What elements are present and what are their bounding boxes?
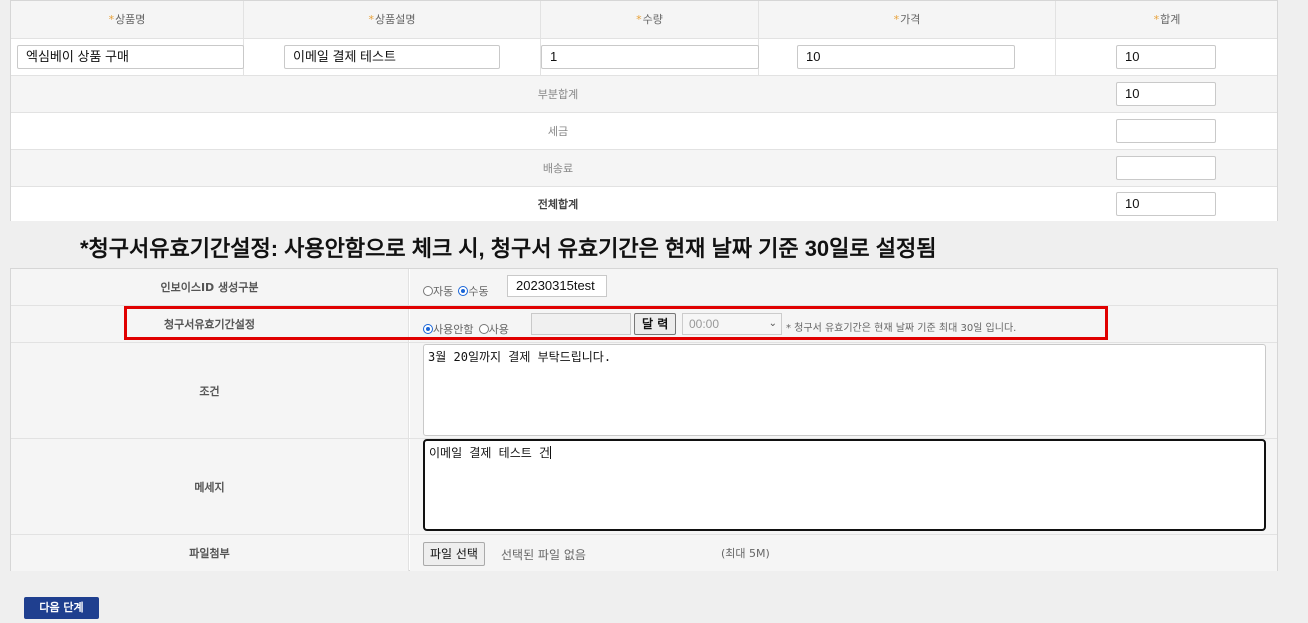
product-item-row: 엑심베이 상품 구매 이메일 결제 테스트 1 10 10	[11, 38, 1278, 76]
header-label: 상품설명	[375, 13, 416, 26]
cell-total: 10	[1056, 39, 1278, 76]
required-mark: *	[108, 13, 115, 26]
calendar-button[interactable]: 달 력	[634, 313, 677, 335]
message-value: 이메일 결제 테스트 건	[410, 439, 1277, 534]
grand-total-input[interactable]: 10	[1116, 192, 1216, 216]
validity-hint: * 청구서 유효기간은 현재 날짜 기준 최대 30일 입니다.	[786, 323, 1017, 334]
invoice-id-auto-label: 자동	[433, 285, 454, 298]
invoice-form: 인보이스ID 생성구분 자동 수동 20230315test 청구서유효기간설정…	[10, 268, 1278, 571]
product-name-input[interactable]: 엑심베이 상품 구매	[17, 45, 244, 69]
header-total: *합계	[1056, 1, 1278, 38]
validity-row: 청구서유효기간설정 사용안함 사용 달 력 00:00 ⌄ * 청구서 유효기간은…	[11, 305, 1277, 342]
cell-quantity: 1	[541, 39, 759, 76]
header-price: *가격	[759, 1, 1056, 38]
header-label: 가격	[900, 13, 921, 26]
next-step-button[interactable]: 다음 단계	[24, 597, 99, 619]
shipping-row: 배송료	[11, 149, 1277, 186]
validity-value: 사용안함 사용 달 력 00:00 ⌄ * 청구서 유효기간은 현재 날짜 기준 …	[410, 306, 1277, 342]
header-quantity: *수량	[541, 1, 759, 38]
time-select[interactable]: 00:00 ⌄	[682, 313, 782, 335]
product-header-row: *상품명 *상품설명 *수량 *가격 *합계	[11, 1, 1277, 38]
subtotal-row: 부분합계 10	[11, 75, 1277, 112]
grand-total-row: 전체합계 10	[11, 186, 1277, 221]
invoice-id-input[interactable]: 20230315test	[507, 275, 607, 297]
grand-total-label: 전체합계	[537, 198, 579, 211]
validity-unused-label: 사용안함	[433, 323, 474, 336]
required-mark: *	[893, 13, 900, 26]
invoice-id-manual-radio[interactable]	[458, 286, 469, 296]
condition-row: 조건 3월 20일까지 결제 부탁드립니다.	[11, 342, 1277, 438]
cell-product-description: 이메일 결제 테스트	[244, 39, 541, 76]
condition-label: 조건	[11, 343, 409, 438]
attachment-label: 파일첨부	[11, 535, 409, 571]
header-label: 상품명	[115, 13, 146, 26]
header-label: 수량	[642, 13, 663, 26]
validity-label: 청구서유효기간설정	[11, 306, 409, 342]
message-row: 메세지 이메일 결제 테스트 건	[11, 438, 1277, 534]
header-label: 합계	[1160, 13, 1181, 26]
total-input[interactable]: 10	[1116, 45, 1216, 69]
file-status: 선택된 파일 없음	[501, 548, 586, 562]
file-select-button[interactable]: 파일 선택	[423, 542, 485, 566]
validity-used-label: 사용	[488, 323, 509, 336]
cell-product-name: 엑심베이 상품 구매	[11, 39, 244, 76]
required-mark: *	[1153, 13, 1160, 26]
condition-value: 3월 20일까지 결제 부탁드립니다.	[410, 343, 1277, 438]
invoice-id-value: 자동 수동 20230315test	[410, 269, 1277, 305]
header-product-description: *상품설명	[244, 1, 541, 38]
invoice-id-row: 인보이스ID 생성구분 자동 수동 20230315test	[11, 269, 1277, 305]
product-table: *상품명 *상품설명 *수량 *가격 *합계 엑심베이 상품 구매 이메일 결제…	[10, 0, 1278, 221]
validity-used-radio[interactable]	[478, 324, 489, 334]
price-input[interactable]: 10	[797, 45, 1015, 69]
message-textarea[interactable]: 이메일 결제 테스트 건	[423, 439, 1266, 531]
message-label: 메세지	[11, 439, 409, 534]
validity-unused-radio[interactable]	[423, 324, 433, 334]
chevron-down-icon: ⌄	[768, 318, 777, 329]
message-text: 이메일 결제 테스트 건	[429, 446, 551, 460]
attachment-value: 파일 선택 선택된 파일 없음 (최대 5M)	[410, 535, 1277, 571]
product-description-input[interactable]: 이메일 결제 테스트	[284, 45, 500, 69]
condition-textarea[interactable]: 3월 20일까지 결제 부탁드립니다.	[423, 344, 1266, 436]
text-caret	[550, 446, 552, 459]
shipping-label: 배송료	[542, 162, 574, 175]
validity-date-input[interactable]	[531, 313, 631, 335]
cell-price: 10	[759, 39, 1056, 76]
subtotal-label: 부분합계	[537, 88, 579, 101]
invoice-id-auto-radio[interactable]	[423, 286, 433, 296]
file-max-size: (최대 5M)	[721, 547, 770, 560]
header-product-name: *상품명	[11, 1, 244, 38]
required-mark: *	[368, 13, 375, 26]
required-mark: *	[636, 13, 642, 26]
time-select-value: 00:00	[689, 317, 720, 331]
tax-row: 세금	[11, 112, 1277, 149]
attachment-row: 파일첨부 파일 선택 선택된 파일 없음 (최대 5M)	[11, 534, 1277, 571]
invoice-id-label: 인보이스ID 생성구분	[11, 269, 409, 305]
invoice-id-manual-label: 수동	[468, 285, 489, 298]
validity-notice: *청구서유효기간설정: 사용안함으로 체크 시, 청구서 유효기간은 현재 날짜…	[80, 236, 937, 261]
shipping-input[interactable]	[1116, 156, 1216, 180]
quantity-input[interactable]: 1	[541, 45, 759, 69]
subtotal-input[interactable]: 10	[1116, 82, 1216, 106]
tax-input[interactable]	[1116, 119, 1216, 143]
tax-label: 세금	[547, 125, 569, 138]
